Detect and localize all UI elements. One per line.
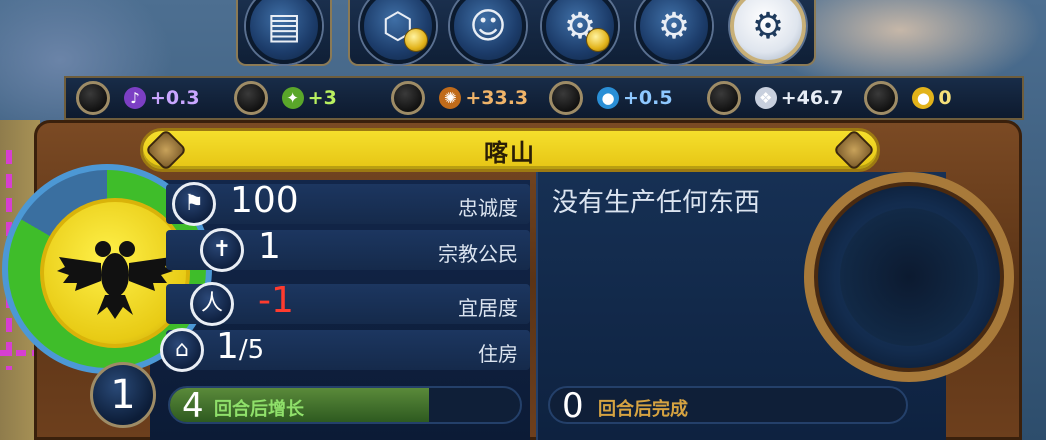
yield-food[interactable]: ✦ +3 (233, 78, 392, 118)
loyalty-flag-icon: ⚑ (172, 182, 216, 226)
banner-left-knob (144, 128, 188, 172)
science-icon: ● (597, 87, 620, 109)
yield-value: +0.5 (623, 87, 673, 109)
stat-value: 100 (230, 180, 299, 221)
yield-faith[interactable]: ❖ +46.7 (706, 78, 865, 118)
housing-icon: ⌂ (160, 328, 204, 372)
yield-socket (391, 81, 426, 115)
gold-coin-icon (586, 28, 610, 52)
stat-value-number: -1 (258, 280, 294, 321)
yield-socket (706, 81, 741, 115)
stat-label: 宗教公民 (438, 242, 518, 266)
yield-science[interactable]: ● +0.5 (549, 78, 707, 118)
stat-label: 住房 (478, 342, 518, 366)
city-name: 喀山 (484, 138, 536, 167)
city-name-banner[interactable]: 喀山 (140, 128, 880, 172)
production-bar: 0 回合后完成 (548, 386, 908, 426)
culture-icon: ♪ (124, 87, 146, 109)
gold-coin-icon (404, 28, 428, 52)
double-headed-eagle-icon (57, 241, 173, 319)
yield-value: +3 (307, 87, 337, 109)
banner-right-knob (832, 128, 876, 172)
population-value: 1 (110, 372, 136, 418)
production-turns: 0 (562, 386, 584, 426)
production-icon: ✺ (439, 87, 462, 109)
growth-turns: 4 (182, 386, 204, 424)
gold-icon: ● (912, 87, 935, 109)
stat-value-number: 100 (230, 180, 299, 221)
stat-label: 宜居度 (458, 296, 518, 320)
population-badge[interactable]: 1 (90, 362, 156, 428)
production-status[interactable]: 没有生产任何东西 (552, 182, 760, 219)
amenities-icon: 人 (190, 282, 234, 326)
stat-label: 忠诚度 (458, 196, 518, 220)
growth-bar: 4 回合后增长 (168, 386, 522, 424)
yield-socket (76, 81, 110, 115)
stat-value: 1/5 (216, 326, 264, 367)
yield-value: +0.3 (150, 87, 200, 109)
yield-production[interactable]: ✺ +33.3 (391, 78, 549, 118)
great-person-icon: ☺ (469, 5, 507, 47)
yield-culture[interactable]: ♪ +0.3 (76, 78, 234, 118)
faith-icon: ❖ (754, 87, 777, 109)
yield-socket (864, 81, 899, 115)
settings-gear-icon: ⚙ (751, 5, 785, 47)
production-label: 回合后完成 (598, 399, 688, 420)
stat-value-suffix: /5 (238, 335, 265, 365)
stat-value: 1 (258, 226, 281, 267)
yield-value: +46.7 (780, 87, 844, 109)
food-icon: ✦ (281, 87, 304, 109)
stat-value-number: 1 (216, 326, 239, 367)
stat-value: -1 (258, 280, 294, 321)
yield-socket (233, 81, 268, 115)
yield-value: +33.3 (465, 87, 529, 109)
faith-gear-icon: ⚙ (657, 5, 691, 47)
builder-icon: ▤ (266, 5, 301, 47)
yield-socket (549, 81, 584, 115)
production-queue-socket[interactable] (804, 172, 1014, 382)
religion-cross-icon: ✝ (200, 228, 244, 272)
yield-gold[interactable]: ● 0 (864, 78, 1022, 118)
yield-value: 0 (938, 87, 952, 109)
stat-value-number: 1 (258, 226, 281, 267)
stat-row-loyalty-flag[interactable]: 忠诚度 (166, 184, 530, 224)
lens-bar: ▤ ⬡ ☺ ⚙ ⚙ ⚙ (236, 0, 816, 66)
yields-bar: ♪ +0.3 ✦ +3 ✺ +33.3 ● +0.5 ❖ +46.7 ● 0 (64, 76, 1024, 120)
growth-label: 回合后增长 (214, 399, 304, 420)
